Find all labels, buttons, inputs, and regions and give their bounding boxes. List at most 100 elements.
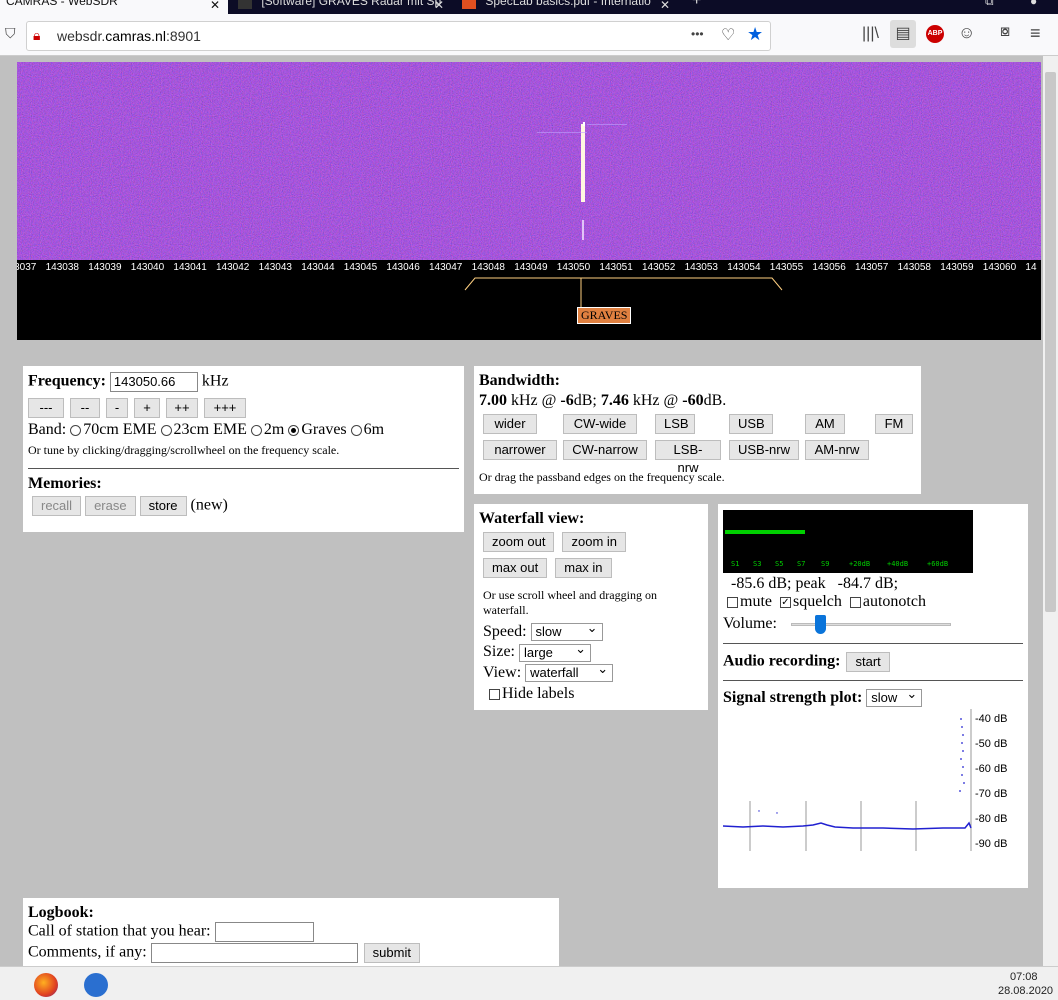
band-option-graves[interactable]: Graves <box>288 421 347 438</box>
cw-wide-button[interactable]: CW-wide <box>563 414 637 434</box>
speed-select[interactable]: slow <box>530 620 603 642</box>
call-input[interactable] <box>214 922 314 942</box>
waterfall-hint: Or use scroll wheel and dragging on wate… <box>483 588 657 617</box>
recall-button[interactable]: recall <box>32 496 82 516</box>
scale-tick-label: 143046 <box>386 262 420 273</box>
fm-button[interactable]: FM <box>875 414 913 434</box>
divider <box>723 643 1023 644</box>
taskbar: 07:08 28.08.2020 <box>0 966 1058 1000</box>
menu-icon[interactable]: ≡ <box>1030 23 1041 44</box>
view-select[interactable]: waterfall <box>525 661 614 682</box>
scale-tick-label: 143059 <box>940 262 974 273</box>
lsb-nrw-button[interactable]: LSB-nrw <box>655 440 721 475</box>
tab-graves[interactable]: [Software] GRAVES Radar mit Sp ✕ <box>232 0 452 14</box>
step-up-2-button[interactable]: ++ <box>166 398 198 418</box>
scale-tick-label: 143048 <box>471 262 505 273</box>
bandwidth-label: Bandwidth: <box>479 372 560 389</box>
tab-speclab[interactable]: SpecLab basics.pdf - Internatio ✕ <box>456 0 678 14</box>
audio-recording-label: Audio recording: <box>723 652 841 670</box>
max-out-button[interactable]: max out <box>483 558 548 578</box>
scale-tick-label: 143052 <box>642 262 676 273</box>
lsb-button[interactable]: LSB <box>655 414 695 434</box>
page-actions-icon[interactable]: ••• <box>691 27 704 41</box>
scale-tick-label: 143057 <box>855 262 889 273</box>
usb-button[interactable]: USB <box>729 414 773 434</box>
step-down-1-button[interactable]: - <box>106 398 128 418</box>
narrower-button[interactable]: narrower <box>483 440 557 460</box>
size-select[interactable]: large <box>519 641 591 662</box>
close-icon[interactable]: ✕ <box>210 0 220 12</box>
zoom-out-button[interactable]: zoom out <box>483 532 555 552</box>
volume-slider-thumb[interactable] <box>815 615 826 634</box>
account-icon[interactable]: ● <box>1030 0 1037 9</box>
close-icon[interactable]: ✕ <box>434 0 444 12</box>
step-down-2-button[interactable]: -- <box>70 398 100 418</box>
step-down-3-button[interactable]: --- <box>28 398 64 418</box>
band-option-2m[interactable]: 2m <box>250 421 284 438</box>
bookmark-star-icon[interactable]: ★ <box>747 24 763 45</box>
am-nrw-button[interactable]: AM-nrw <box>805 440 869 460</box>
hide-labels-checkbox[interactable]: Hide labels <box>479 685 703 703</box>
band-option-23cm[interactable]: 23cm EME <box>160 421 247 438</box>
adblock-icon[interactable]: ABP <box>926 25 944 43</box>
s-meter: S1 S3 S5 S7 S9 +20dB +40dB +60dB <box>723 510 973 573</box>
start-recording-button[interactable]: start <box>846 652 890 672</box>
frequency-scale[interactable]: 143037 143038 143039 143040 143041 143042 1430… <box>17 260 1041 340</box>
squelch-checkbox[interactable]: ✓ squelch <box>780 593 842 610</box>
size-label: Size: <box>483 643 515 661</box>
tracking-shield-icon[interactable]: ⛉ <box>5 25 16 42</box>
step-up-3-button[interactable]: +++ <box>204 398 246 418</box>
scale-tick-label: 143056 <box>812 262 846 273</box>
library-icon[interactable]: |||\ <box>862 25 879 43</box>
scale-tick-label: 143039 <box>88 262 122 273</box>
tab-title: SpecLab basics.pdf - Internatio <box>485 0 651 8</box>
band-option-70cm[interactable]: 70cm EME <box>70 421 157 438</box>
divider <box>28 468 459 469</box>
cw-narrow-button[interactable]: CW-narrow <box>563 440 647 460</box>
erase-button[interactable]: erase <box>85 496 136 516</box>
usb-nrw-button[interactable]: USB-nrw <box>729 440 799 460</box>
extensions-icon[interactable]: ⧇ <box>1000 23 1010 41</box>
s-meter-label: S7 <box>797 560 806 568</box>
scale-tick-label: 143038 <box>45 262 79 273</box>
tab-title: [Software] GRAVES Radar mit Sp <box>261 0 442 8</box>
frequency-input[interactable]: 143050.66 <box>109 372 198 392</box>
scale-tick-label: 143054 <box>727 262 761 273</box>
tab-websdr[interactable]: CAMRAS - WebSDR ✕ <box>0 0 228 14</box>
scale-tick-label: 143045 <box>343 262 378 273</box>
mute-checkbox[interactable]: mute <box>727 593 772 610</box>
scale-tick-label: 143055 <box>769 262 804 273</box>
waterfall-display[interactable] <box>17 62 1041 260</box>
new-tab-button[interactable]: + <box>686 0 706 12</box>
site-favicon-icon <box>238 0 252 9</box>
comments-input[interactable] <box>150 943 358 963</box>
zoom-in-button[interactable]: zoom in <box>562 532 627 552</box>
store-button[interactable]: store <box>139 496 187 516</box>
thunderbird-icon[interactable] <box>84 973 108 997</box>
scale-tick-label: 143040 <box>130 262 165 273</box>
s-meter-bar <box>725 530 805 534</box>
station-label-graves[interactable]: GRAVES <box>577 307 632 324</box>
plot-speed-select[interactable]: slow <box>866 686 923 708</box>
firefox-icon[interactable] <box>34 973 58 997</box>
autonotch-checkbox[interactable]: autonotch <box>849 593 926 610</box>
insecure-lock-icon[interactable]: 🔒︎ <box>33 27 40 44</box>
s-meter-label: S5 <box>775 560 784 568</box>
submit-button[interactable]: submit <box>363 943 420 963</box>
url-bar[interactable]: 🔒︎ websdr.camras.nl:8901 ••• ♡ ★ <box>26 21 771 51</box>
scale-tick-label: 143044 <box>301 262 335 273</box>
pocket-icon[interactable]: ♡ <box>721 25 735 45</box>
band-option-6m[interactable]: 6m <box>350 421 384 438</box>
wider-button[interactable]: wider <box>483 414 537 434</box>
account-icon[interactable]: ☺ <box>958 23 975 43</box>
step-up-1-button[interactable]: + <box>134 398 160 418</box>
max-in-button[interactable]: max in <box>555 558 612 578</box>
scrollbar-thumb[interactable] <box>1045 72 1056 612</box>
reader-view-icon[interactable]: ▤ <box>890 20 916 48</box>
plot-db-label: -50 dB <box>975 738 1008 751</box>
am-button[interactable]: AM <box>805 414 845 434</box>
plot-db-label: -80 dB <box>975 813 1008 826</box>
volume-label: Volume: <box>723 615 777 632</box>
close-icon[interactable]: ✕ <box>660 0 670 12</box>
minimize-icon[interactable]: ⧉ <box>985 0 994 9</box>
